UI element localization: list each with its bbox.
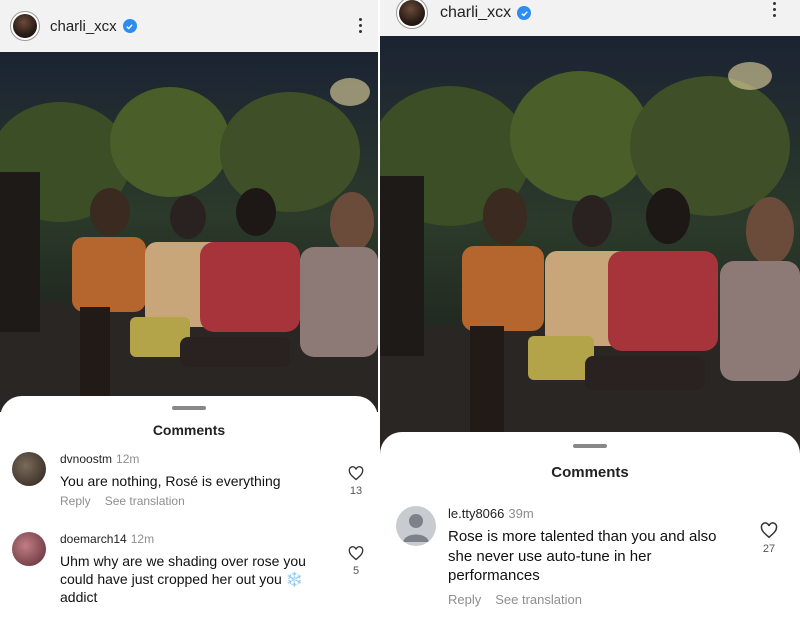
like-control[interactable]: 13	[348, 466, 364, 497]
sheet-drag-handle[interactable]	[172, 406, 206, 410]
commenter-username[interactable]: doemarch14	[60, 532, 127, 546]
commenter-avatar[interactable]	[12, 452, 46, 486]
comment-item: doemarch14 12m Uhm why are we shading ove…	[12, 532, 330, 607]
comment-item: le.tty8066 39m Rose is more talented than…	[396, 506, 744, 607]
comment-text: Uhm why are we shading over rose you cou…	[60, 553, 306, 606]
heart-icon[interactable]	[348, 546, 364, 561]
comments-sheet: Comments le.tty8066 39m Rose is more tale…	[380, 432, 800, 634]
profile-avatar[interactable]	[396, 0, 428, 29]
comment-time: 12m	[116, 452, 140, 466]
comment-text: Rose is more talented than you and also …	[448, 528, 717, 584]
profile-avatar[interactable]	[10, 11, 40, 41]
post-photo	[0, 52, 378, 412]
comment-time: 39m	[508, 506, 534, 521]
see-translation-button[interactable]: See translation	[495, 592, 582, 607]
see-translation-button[interactable]: See translation	[105, 494, 185, 508]
post-header: charli_xcx	[380, 0, 800, 36]
profile-username[interactable]: charli_xcx	[50, 18, 117, 35]
reply-button[interactable]: Reply	[448, 592, 481, 607]
left-screenshot: charli_xcx Comments dvnoostm 12m You are…	[0, 0, 378, 634]
heart-icon[interactable]	[760, 522, 778, 539]
verified-badge-icon	[517, 6, 532, 20]
right-screenshot: charli_xcx Comments le.tty8066 39m Rose …	[380, 0, 800, 634]
sheet-drag-handle[interactable]	[573, 444, 607, 448]
sheet-title: Comments	[551, 464, 629, 481]
more-options-icon[interactable]	[768, 2, 780, 17]
like-control[interactable]: 5	[348, 546, 364, 577]
like-count: 27	[762, 543, 776, 555]
more-options-icon[interactable]	[354, 18, 366, 33]
like-count: 5	[352, 565, 360, 577]
post-header: charli_xcx	[0, 0, 378, 52]
sheet-title: Comments	[152, 422, 226, 438]
like-control[interactable]: 27	[760, 522, 778, 555]
heart-icon[interactable]	[348, 466, 364, 481]
commenter-avatar[interactable]	[12, 532, 46, 566]
comment-text: You are nothing, Rosé is everything	[60, 473, 281, 489]
commenter-username[interactable]: dvnoostm	[60, 452, 112, 466]
profile-username[interactable]: charli_xcx	[440, 4, 511, 22]
comments-sheet: Comments dvnoostm 12m You are nothing, Ro…	[0, 396, 378, 634]
verified-badge-icon	[122, 19, 137, 33]
like-count: 13	[349, 485, 363, 497]
post-photo	[380, 36, 800, 456]
comment-time: 12m	[130, 532, 155, 546]
commenter-username[interactable]: le.tty8066	[448, 506, 504, 521]
comment-item: dvnoostm 12m You are nothing, Rosé is eve…	[12, 452, 330, 508]
default-avatar-icon[interactable]	[396, 506, 436, 546]
reply-button[interactable]: Reply	[60, 494, 91, 508]
